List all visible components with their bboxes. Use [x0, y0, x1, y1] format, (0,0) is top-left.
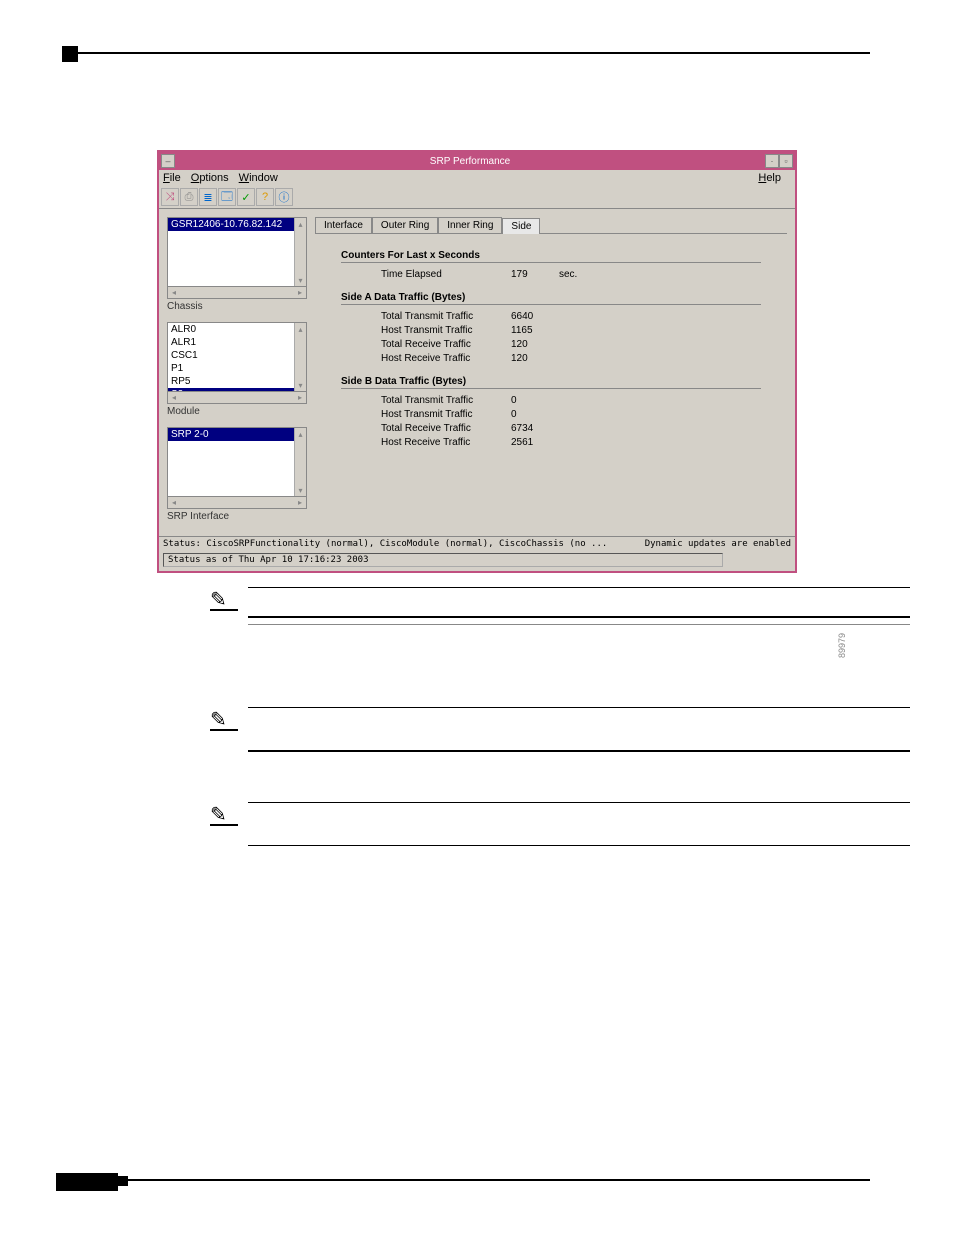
note-text — [248, 714, 910, 728]
window-minimize-icon[interactable]: · — [765, 154, 779, 168]
srp-listbox[interactable]: SRP 2-0 ▴▾ — [167, 427, 307, 497]
group-title: Counters For Last x Seconds — [341, 250, 761, 263]
list-item[interactable]: SRP 2-0 — [168, 428, 294, 441]
field-unit: sec. — [559, 269, 577, 280]
note-text — [248, 594, 910, 608]
field-label: Host Receive Traffic — [381, 437, 511, 448]
toolbar-btn-5[interactable]: ? — [256, 188, 274, 206]
window-title: SRP Performance — [175, 156, 765, 167]
scrollbar-horizontal[interactable]: ◂▸ — [167, 392, 307, 404]
list-item[interactable]: ALR0 — [168, 323, 294, 336]
menu-file[interactable]: File — [163, 172, 181, 184]
group-side-b: Side B Data Traffic (Bytes) Total Transm… — [341, 376, 761, 448]
group-counters: Counters For Last x Seconds Time Elapsed… — [341, 250, 761, 280]
tab-inner-ring[interactable]: Inner Ring — [438, 217, 502, 233]
toolbar-btn-1[interactable]: ⎙ — [180, 188, 198, 206]
menu-window[interactable]: Window — [239, 172, 278, 184]
note-pencil-icon — [210, 802, 238, 824]
module-listbox[interactable]: ALR0 ALR1 CSC1 P1 RP5 S2 ▴▾ — [167, 322, 307, 392]
field-label: Total Receive Traffic — [381, 423, 511, 434]
scrollbar-vertical[interactable]: ▴▾ — [294, 323, 306, 391]
toolbar: ⤨ ⎙ ≣ 🗔 ✓ ? ⓘ — [159, 186, 795, 209]
list-item[interactable]: S2 — [168, 388, 294, 391]
note-block — [210, 707, 910, 752]
toolbar-btn-2[interactable]: ≣ — [199, 188, 217, 206]
field-value: 6640 — [511, 311, 551, 322]
scrollbar-vertical[interactable]: ▴▾ — [294, 428, 306, 496]
list-item[interactable]: CSC1 — [168, 349, 294, 362]
toolbar-btn-4[interactable]: ✓ — [237, 188, 255, 206]
srp-performance-window: – SRP Performance · ▫ File Options Windo… — [157, 150, 797, 573]
statusbar: Status: CiscoSRPFunctionality (normal), … — [159, 536, 795, 551]
field-label: Host Transmit Traffic — [381, 409, 511, 420]
tab-interface[interactable]: Interface — [315, 217, 372, 233]
page-number-block — [56, 1173, 118, 1191]
page-top-rule — [62, 52, 870, 54]
toolbar-btn-0[interactable]: ⤨ — [161, 188, 179, 206]
page-bottom-rule — [128, 1179, 870, 1181]
menu-help[interactable]: Help — [758, 172, 781, 184]
right-panel: Interface Outer Ring Inner Ring Side Cou… — [315, 217, 787, 528]
group-title: Side B Data Traffic (Bytes) — [341, 376, 761, 389]
field-value: 179 — [511, 269, 551, 280]
scrollbar-horizontal[interactable]: ◂▸ — [167, 497, 307, 509]
note-block — [210, 802, 910, 847]
field-value: 120 — [511, 353, 551, 364]
field-value: 2561 — [511, 437, 551, 448]
window-menu-icon[interactable]: – — [161, 154, 175, 168]
note-pencil-icon — [210, 707, 238, 729]
field-value: 1165 — [511, 325, 551, 336]
group-side-a: Side A Data Traffic (Bytes) Total Transm… — [341, 292, 761, 364]
figure-id: 89979 — [837, 633, 847, 658]
tab-side[interactable]: Side — [502, 218, 540, 234]
list-item[interactable]: ALR1 — [168, 336, 294, 349]
toolbar-btn-6[interactable]: ⓘ — [275, 188, 293, 206]
list-item[interactable]: RP5 — [168, 375, 294, 388]
field-value: 6734 — [511, 423, 551, 434]
page-corner-mark-bottom — [118, 1176, 128, 1186]
group-title: Side A Data Traffic (Bytes) — [341, 292, 761, 305]
status-left: Status: CiscoSRPFunctionality (normal), … — [163, 539, 645, 549]
status-right: Dynamic updates are enabled — [645, 539, 791, 549]
menubar: File Options Window Help — [159, 170, 795, 186]
srp-interface-label: SRP Interface — [167, 511, 307, 522]
scrollbar-vertical[interactable]: ▴▾ — [294, 218, 306, 286]
note-text — [248, 809, 910, 823]
tab-outer-ring[interactable]: Outer Ring — [372, 217, 438, 233]
note-block — [210, 587, 910, 625]
window-maximize-icon[interactable]: ▫ — [779, 154, 793, 168]
menu-options[interactable]: Options — [191, 172, 229, 184]
page-corner-mark — [62, 46, 78, 62]
field-label: Total Transmit Traffic — [381, 311, 511, 322]
titlebar: – SRP Performance · ▫ — [159, 152, 795, 170]
status-asof: Status as of Thu Apr 10 17:16:23 2003 — [163, 553, 723, 567]
field-value: 0 — [511, 409, 551, 420]
note-pencil-icon — [210, 587, 238, 609]
field-label: Time Elapsed — [381, 269, 511, 280]
field-value: 120 — [511, 339, 551, 350]
left-panel: GSR12406-10.76.82.142 ▴▾ ◂▸ Chassis ALR0… — [167, 217, 307, 528]
list-item[interactable]: GSR12406-10.76.82.142 — [168, 218, 294, 231]
list-item[interactable]: P1 — [168, 362, 294, 375]
toolbar-btn-3[interactable]: 🗔 — [218, 188, 236, 206]
chassis-listbox[interactable]: GSR12406-10.76.82.142 ▴▾ — [167, 217, 307, 287]
field-label: Total Transmit Traffic — [381, 395, 511, 406]
field-value: 0 — [511, 395, 551, 406]
field-label: Total Receive Traffic — [381, 339, 511, 350]
module-label: Module — [167, 406, 307, 417]
scrollbar-horizontal[interactable]: ◂▸ — [167, 287, 307, 299]
chassis-label: Chassis — [167, 301, 307, 312]
field-label: Host Transmit Traffic — [381, 325, 511, 336]
field-label: Host Receive Traffic — [381, 353, 511, 364]
